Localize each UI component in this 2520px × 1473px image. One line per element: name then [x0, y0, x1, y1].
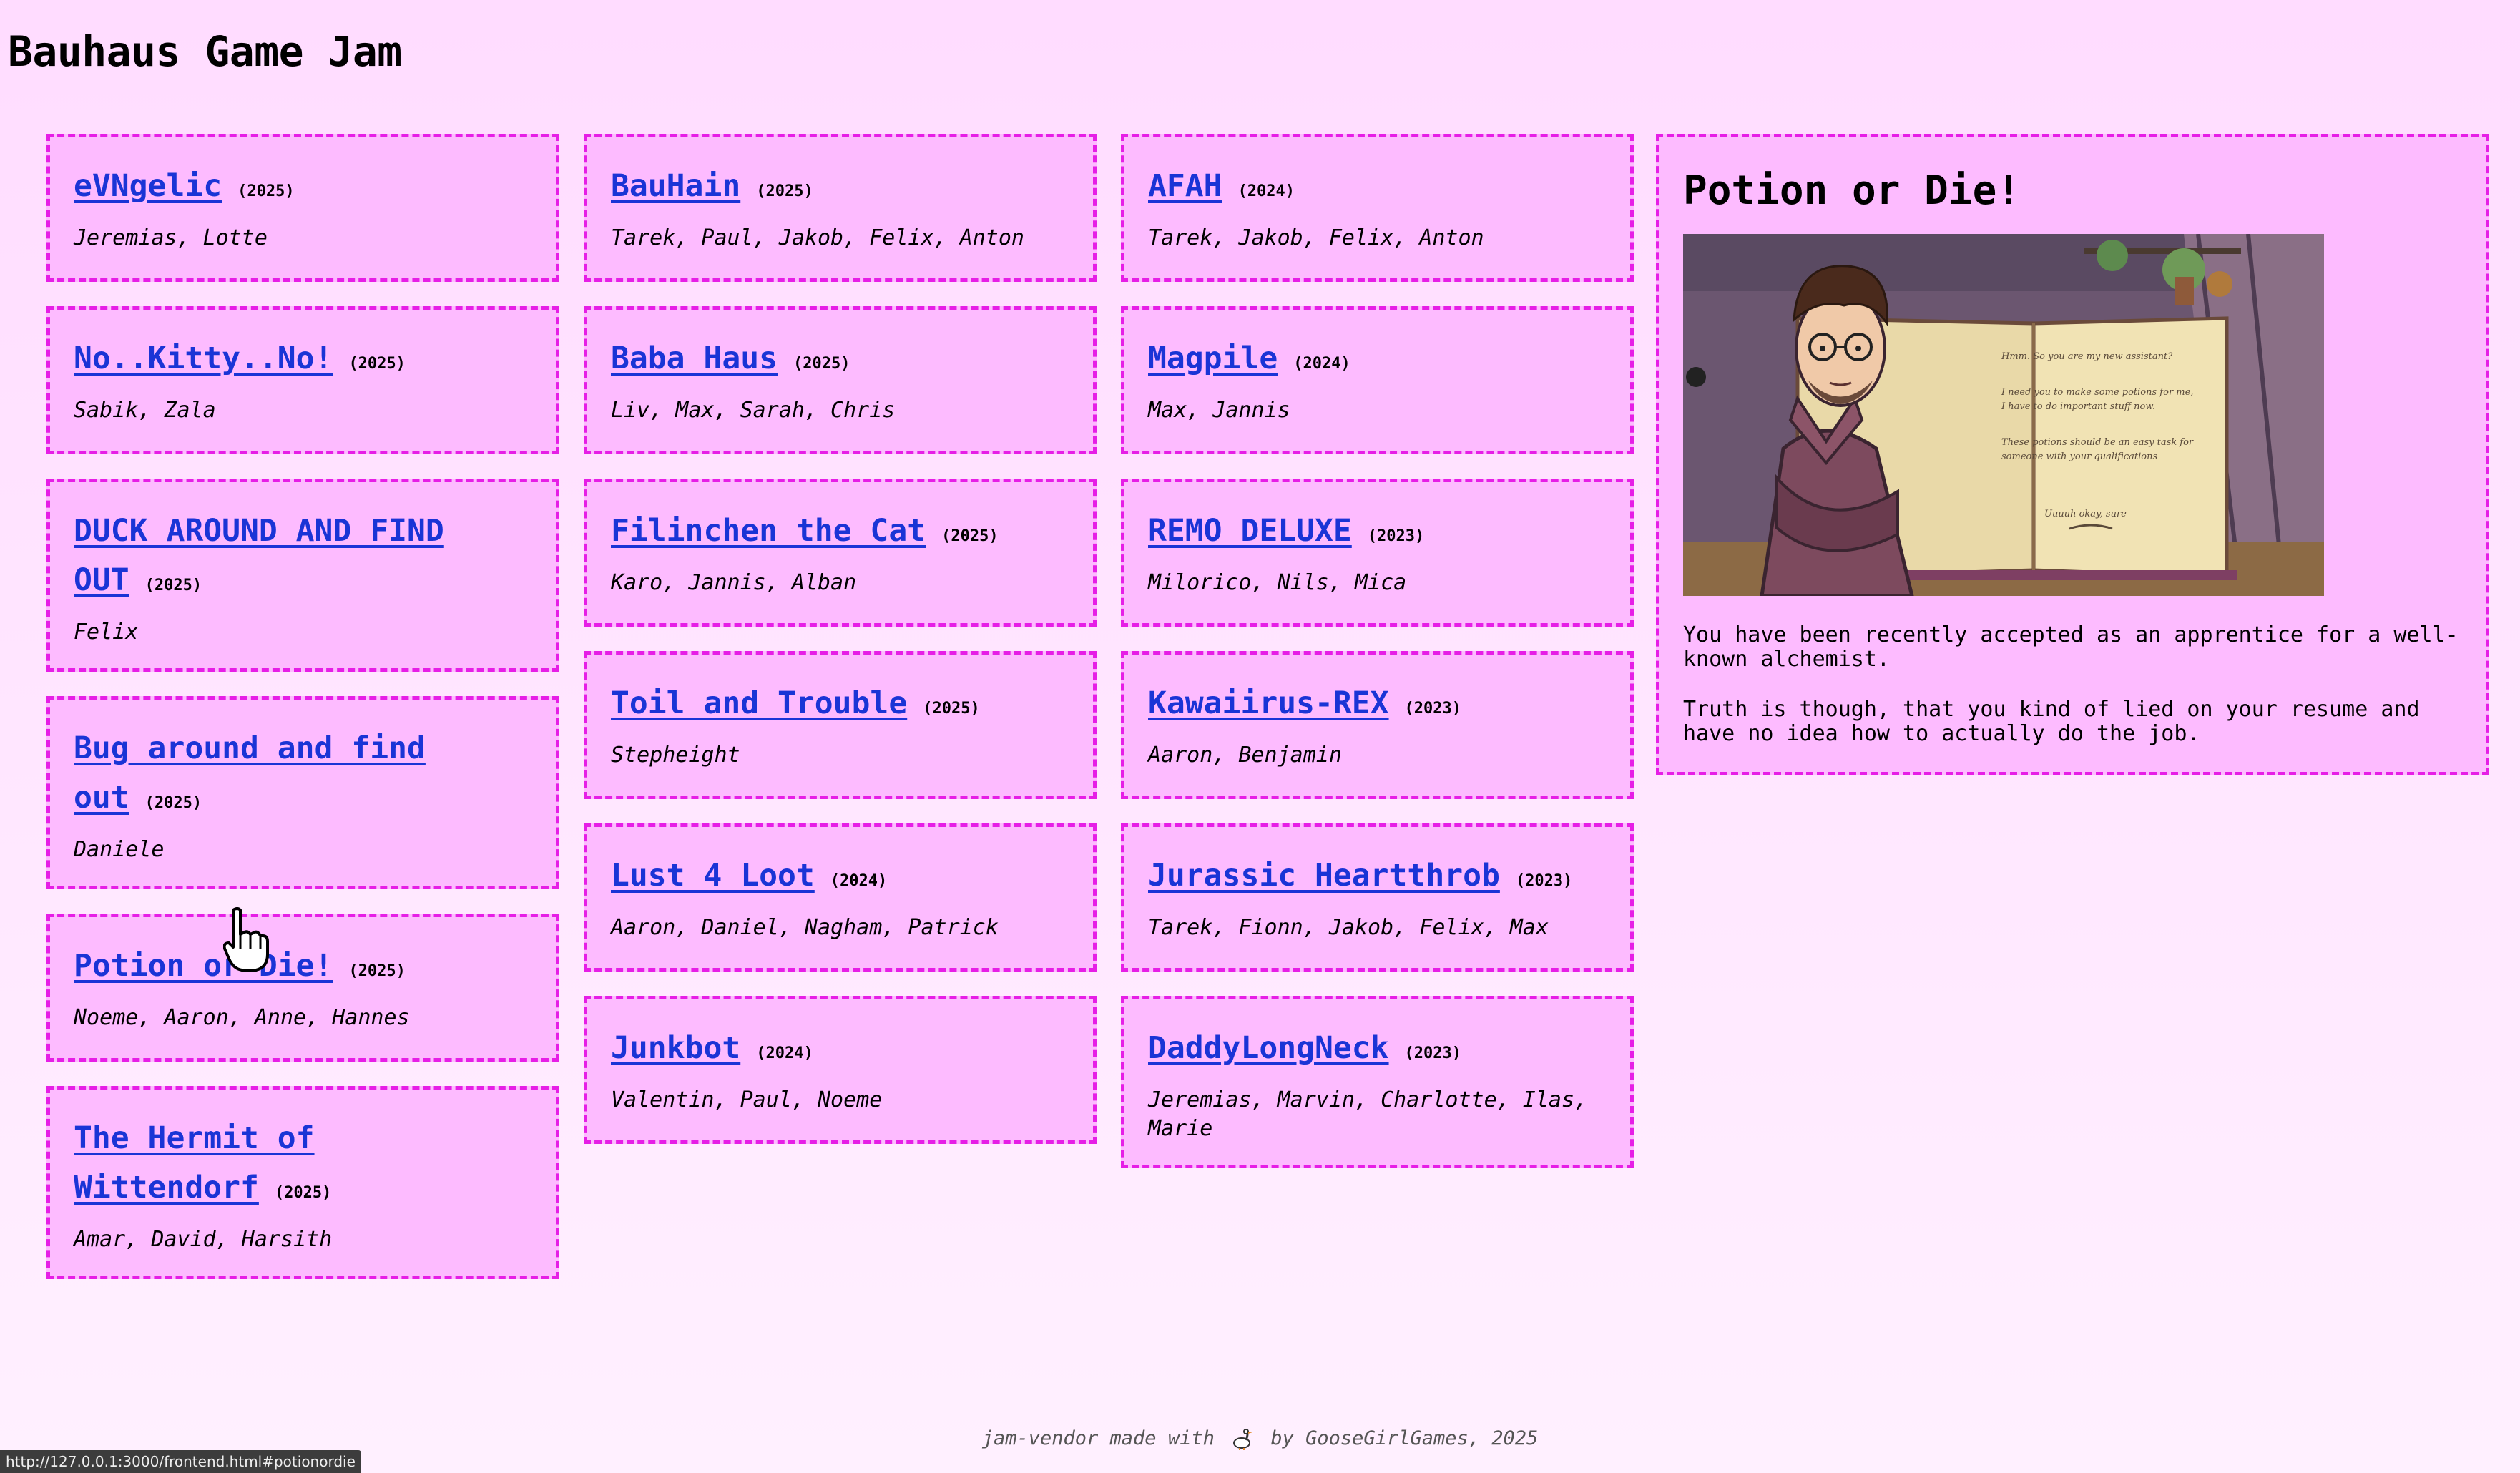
hand-pointer-icon [223, 907, 269, 972]
game-authors: Tarek, Fionn, Jakob, Felix, Max [1148, 915, 1549, 940]
game-year: (2025) [348, 355, 406, 373]
game-link-afah[interactable]: AFAH [1148, 168, 1222, 204]
game-link-jurassic-heartthrob[interactable]: Jurassic Heartthrob [1148, 858, 1500, 894]
game-link-toil-and-trouble[interactable]: Toil and Trouble [611, 685, 907, 721]
game-authors: Sabik, Zala [74, 398, 216, 423]
game-link-lust-4-loot[interactable]: Lust 4 Loot [611, 858, 815, 894]
game-card-potion-or-die: Potion or Die! (2025) Noeme, Aaron, Anne,… [46, 914, 559, 1062]
game-card-no-kitty-no: No..Kitty..No! (2025) Sabik, Zala [46, 306, 559, 454]
game-authors: Max, Jannis [1148, 398, 1290, 423]
game-card-duck-around: DUCK AROUND AND FIND OUT (2025) Felix [46, 479, 559, 672]
game-column-1: eVNgelic (2025) Jeremias, Lotte No..Kitty… [46, 134, 559, 1279]
book-reply: Uuuuh okay, sure [2044, 509, 2127, 519]
book-line-2: I need you to make some potions for me, [2001, 387, 2193, 398]
game-card-baba-haus: Baba Haus (2025) Liv, Max, Sarah, Chris [584, 306, 1097, 454]
game-card-bauhain: BauHain (2025) Tarek, Paul, Jakob, Felix,… [584, 134, 1097, 282]
game-authors: Noeme, Aaron, Anne, Hannes [74, 1005, 410, 1030]
game-year: (2025) [348, 962, 406, 980]
game-card-daddylongneck: DaddyLongNeck (2023) Jeremias, Marvin, Ch… [1121, 996, 1634, 1168]
game-year: (2025) [144, 577, 202, 594]
game-screenshot: Hmm. So you are my new assistant? I need… [1683, 234, 2324, 596]
game-card-remo-deluxe: REMO DELUXE (2023) Milorico, Nils, Mica [1121, 479, 1634, 627]
game-card-afah: AFAH (2024) Tarek, Jakob, Felix, Anton [1121, 134, 1634, 282]
game-authors: Tarek, Jakob, Felix, Anton [1148, 225, 1484, 250]
game-link-daddylongneck[interactable]: DaddyLongNeck [1148, 1030, 1389, 1066]
game-year: (2023) [1515, 872, 1573, 890]
book-line-5: someone with your qualifications [2001, 451, 2157, 462]
game-card-bug-around: Bug around and find out (2025) Daniele [46, 696, 559, 889]
game-authors: Jeremias, Marvin, Charlotte, Ilas, Marie [1148, 1087, 1588, 1141]
game-authors: Milorico, Nils, Mica [1148, 570, 1407, 595]
book-line-3: I have to do important stuff now. [2001, 401, 2155, 412]
game-year: (2023) [1367, 527, 1425, 545]
game-year: (2025) [941, 527, 999, 545]
game-year: (2025) [144, 794, 202, 812]
game-authors: Stepheight [611, 743, 740, 768]
game-link-kawaiirus-rex[interactable]: Kawaiirus-REX [1148, 685, 1389, 721]
status-bar-url: http://127.0.0.1:3000/frontend.html#poti… [0, 1450, 361, 1473]
game-authors: Karo, Jannis, Alban [611, 570, 857, 595]
game-year: (2023) [1404, 1044, 1462, 1062]
game-authors: Tarek, Paul, Jakob, Felix, Anton [611, 225, 1024, 250]
game-detail-panel: Potion or Die! Hmm. So you are my new as… [1656, 134, 2489, 775]
footer-text-before: jam-vendor made with [981, 1427, 1215, 1449]
game-link-evngelic[interactable]: eVNgelic [74, 168, 222, 204]
game-card-hermit-of-wittendorf: The Hermit of Wittendorf (2025) Amar, Dav… [46, 1086, 559, 1279]
game-authors: Daniele [74, 837, 165, 862]
game-card-lust-4-loot: Lust 4 Loot (2024) Aaron, Daniel, Nagham,… [584, 823, 1097, 972]
game-link-duck-around[interactable]: DUCK AROUND AND FIND OUT [74, 513, 444, 598]
book-line-1: Hmm. So you are my new assistant? [2001, 351, 2173, 362]
game-year: (2024) [756, 1044, 813, 1062]
game-year: (2025) [756, 182, 813, 200]
game-column-2: BauHain (2025) Tarek, Paul, Jakob, Felix,… [584, 134, 1097, 1144]
game-year: (2024) [1293, 355, 1350, 373]
game-link-junkbot[interactable]: Junkbot [611, 1030, 740, 1066]
game-card-junkbot: Junkbot (2024) Valentin, Paul, Noeme [584, 996, 1097, 1144]
book-line-4: These potions should be an easy task for [2001, 437, 2194, 448]
game-card-filinchen-the-cat: Filinchen the Cat (2025) Karo, Jannis, Al… [584, 479, 1097, 627]
footer-text-after: by GooseGirlGames, 2025 [1270, 1427, 1539, 1449]
game-year: (2025) [274, 1184, 332, 1202]
game-authors: Jeremias, Lotte [74, 225, 268, 250]
game-link-filinchen-the-cat[interactable]: Filinchen the Cat [611, 513, 926, 549]
game-authors: Valentin, Paul, Noeme [611, 1087, 883, 1112]
game-card-toil-and-trouble: Toil and Trouble (2025) Stepheight [584, 651, 1097, 799]
game-link-bug-around[interactable]: Bug around and find out [74, 730, 426, 816]
game-grid: eVNgelic (2025) Jeremias, Lotte No..Kitty… [46, 134, 1634, 1279]
game-authors: Amar, David, Harsith [74, 1227, 333, 1252]
game-link-potion-or-die[interactable]: Potion or Die! [74, 948, 333, 984]
page-title: Bauhaus Game Jam [8, 27, 402, 76]
game-year: (2025) [793, 355, 850, 373]
game-card-evngelic: eVNgelic (2025) Jeremias, Lotte [46, 134, 559, 282]
detail-description-2: Truth is though, that you kind of lied o… [1683, 697, 2420, 746]
game-link-bauhain[interactable]: BauHain [611, 168, 740, 204]
game-year: (2023) [1404, 700, 1462, 718]
footer: jam-vendor made with by GooseGirlGames, … [0, 1427, 2520, 1450]
game-authors: Aaron, Benjamin [1148, 743, 1342, 768]
game-card-jurassic-heartthrob: Jurassic Heartthrob (2023) Tarek, Fionn, … [1121, 823, 1634, 972]
game-authors: Liv, Max, Sarah, Chris [611, 398, 896, 423]
detail-title: Potion or Die! [1683, 167, 2021, 214]
game-column-3: AFAH (2024) Tarek, Jakob, Felix, Anton Ma… [1121, 134, 1634, 1168]
game-link-remo-deluxe[interactable]: REMO DELUXE [1148, 513, 1352, 549]
game-link-no-kitty-no[interactable]: No..Kitty..No! [74, 341, 333, 376]
game-link-magpile[interactable]: Magpile [1148, 341, 1278, 376]
game-year: (2024) [1237, 182, 1295, 200]
goose-icon [1233, 1428, 1253, 1450]
game-year: (2025) [237, 182, 295, 200]
detail-description-1: You have been recently accepted as an ap… [1683, 622, 2458, 672]
game-card-kawaiirus-rex: Kawaiirus-REX (2023) Aaron, Benjamin [1121, 651, 1634, 799]
game-authors: Felix [74, 620, 139, 645]
game-year: (2025) [923, 700, 980, 718]
game-authors: Aaron, Daniel, Nagham, Patrick [611, 915, 999, 940]
game-card-magpile: Magpile (2024) Max, Jannis [1121, 306, 1634, 454]
game-link-baba-haus[interactable]: Baba Haus [611, 341, 778, 376]
game-year: (2024) [830, 872, 888, 890]
